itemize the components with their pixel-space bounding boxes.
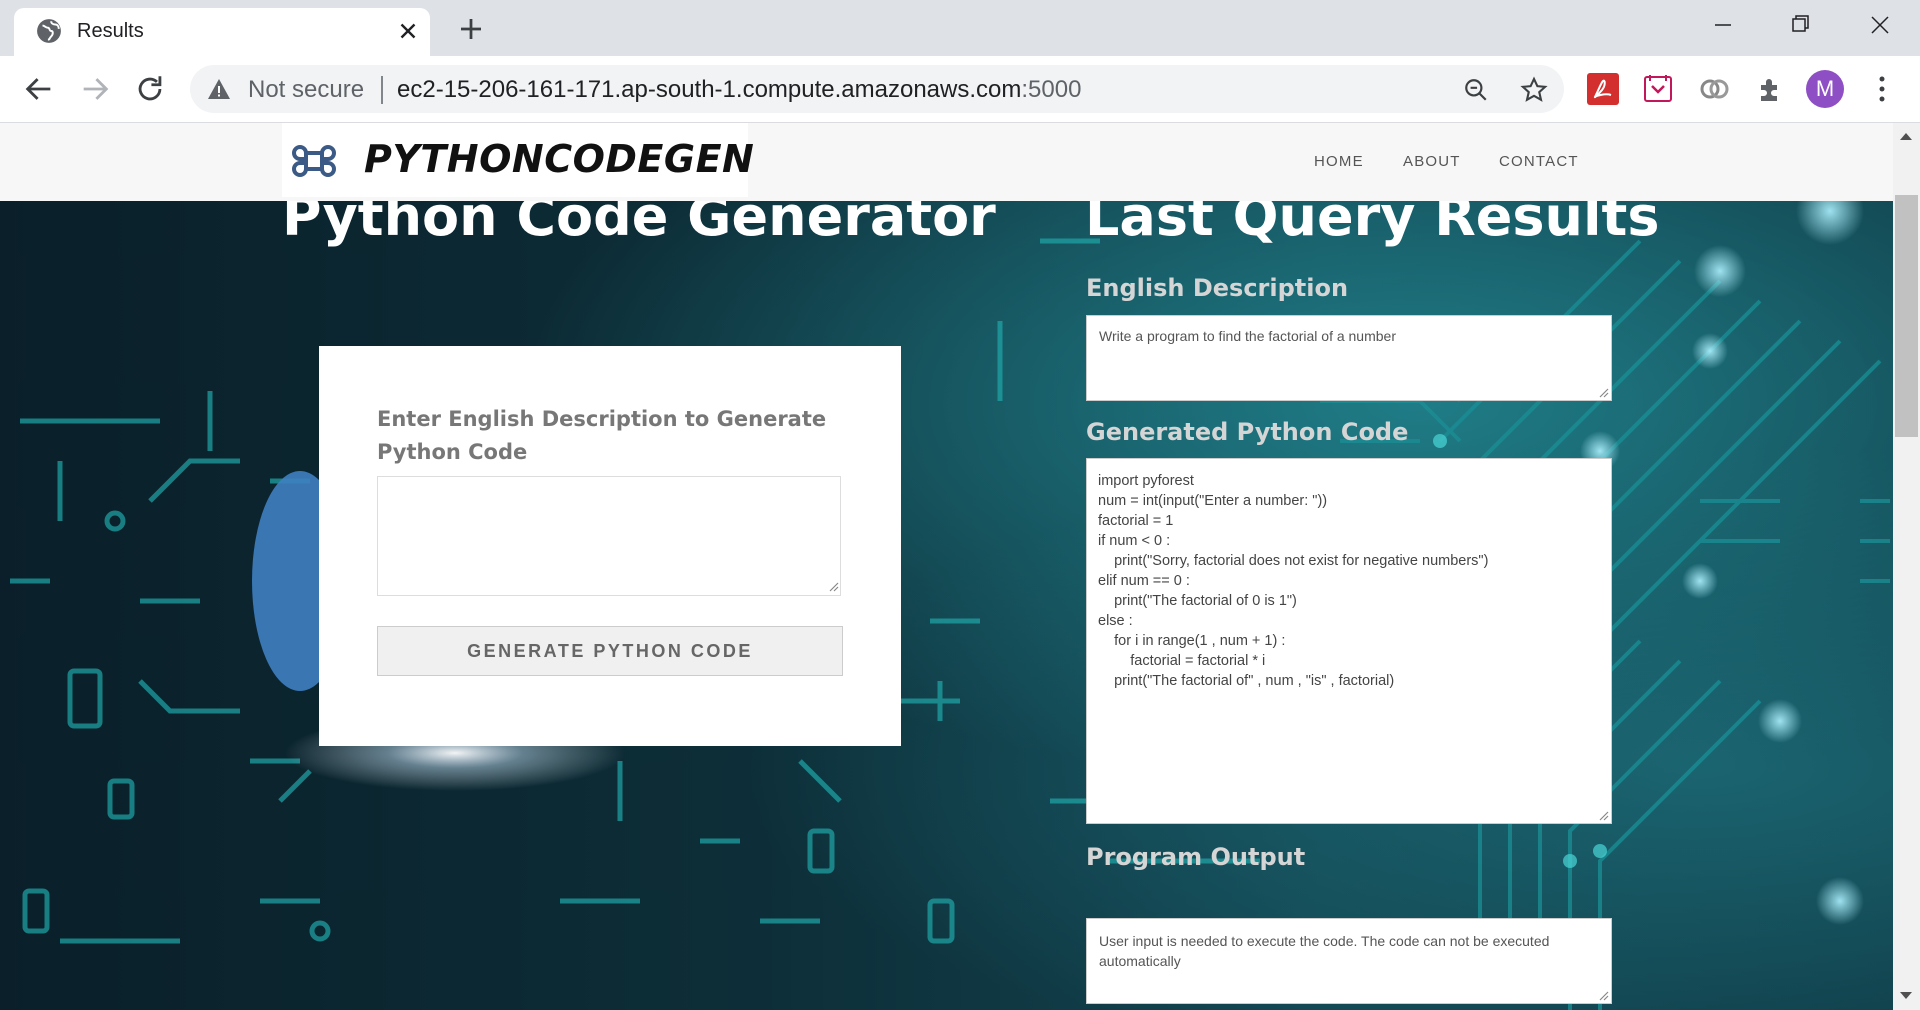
bookmark-star-icon[interactable] [1520, 76, 1548, 104]
command-key-icon [292, 145, 336, 177]
generator-title: Python Code Generator [282, 201, 996, 248]
page-scrollbar[interactable] [1893, 123, 1920, 1010]
output-label: Program Output [1086, 843, 1306, 871]
resize-handle-icon[interactable] [827, 580, 839, 592]
menu-kebab-icon[interactable] [1870, 72, 1894, 106]
close-window-icon[interactable] [1860, 10, 1900, 40]
reload-icon[interactable] [133, 72, 167, 106]
description-output-text: Write a program to find the factorial of… [1099, 328, 1396, 344]
browser-tabstrip: Results [0, 0, 1920, 56]
address-bar[interactable]: Not secure ec2-15-206-161-171.ap-south-1… [190, 65, 1564, 113]
scrollbar-thumb[interactable] [1895, 195, 1918, 437]
resize-handle-icon[interactable] [1597, 386, 1609, 398]
omnibox-divider [381, 76, 383, 104]
resize-handle-icon[interactable] [1597, 809, 1609, 821]
description-input[interactable] [377, 476, 841, 596]
nav-about[interactable]: ABOUT [1403, 153, 1461, 170]
security-label[interactable]: Not secure [248, 76, 364, 104]
back-arrow-icon[interactable] [22, 72, 56, 106]
zoom-out-icon[interactable] [1463, 77, 1489, 103]
url-text[interactable]: ec2-15-206-161-171.ap-south-1.compute.am… [397, 76, 1081, 104]
description-input-label: Enter English Description to Generate Py… [377, 407, 827, 464]
page-viewport: PYTHONCODEGEN HOME ABOUT CONTACT Python … [0, 123, 1893, 1010]
tab-title: Results [77, 20, 144, 42]
forward-arrow-icon[interactable] [78, 72, 112, 106]
generated-code-output[interactable]: import pyforest num = int(input("Enter a… [1086, 458, 1612, 824]
site-logo[interactable]: PYTHONCODEGEN [282, 123, 754, 197]
program-output-text: User input is needed to execute the code… [1099, 933, 1550, 969]
brand-name: PYTHONCODEGEN [364, 137, 755, 181]
pdf-extension-icon[interactable] [1587, 73, 1619, 105]
code-label: Generated Python Code [1086, 418, 1409, 446]
description-label: English Description [1086, 274, 1349, 302]
browser-tab-results[interactable]: Results [14, 8, 430, 56]
profile-avatar[interactable]: M [1806, 70, 1844, 108]
generator-card: Enter English Description to Generate Py… [319, 346, 901, 746]
generate-code-button[interactable]: GENERATE PYTHON CODE [377, 626, 843, 676]
scroll-up-icon[interactable] [1899, 131, 1913, 141]
minimize-icon[interactable] [1703, 10, 1743, 40]
new-tab-icon[interactable] [456, 14, 486, 44]
site-header: PYTHONCODEGEN HOME ABOUT CONTACT [0, 123, 1893, 201]
program-output[interactable]: User input is needed to execute the code… [1086, 918, 1612, 1004]
generated-code-text: import pyforest num = int(input("Enter a… [1098, 473, 1489, 689]
extensions-puzzle-icon[interactable] [1755, 73, 1787, 105]
warning-icon[interactable] [207, 78, 231, 100]
description-output[interactable]: Write a program to find the factorial of… [1086, 315, 1612, 401]
pocket-extension-icon[interactable] [1642, 73, 1674, 105]
resize-handle-icon[interactable] [1597, 989, 1609, 1001]
globe-icon [37, 19, 61, 43]
results-title: Last Query Results [1085, 201, 1660, 248]
cs-extension-icon[interactable] [1698, 73, 1730, 105]
browser-toolbar: Not secure ec2-15-206-161-171.ap-south-1… [0, 56, 1920, 123]
nav-contact[interactable]: CONTACT [1499, 153, 1579, 170]
nav-home[interactable]: HOME [1314, 153, 1364, 170]
restore-icon[interactable] [1780, 10, 1820, 40]
url-port: :5000 [1021, 76, 1082, 103]
hero-section: Python Code Generator Last Query Results… [0, 201, 1893, 1010]
scroll-down-icon[interactable] [1899, 991, 1913, 1001]
url-host: ec2-15-206-161-171.ap-south-1.compute.am… [397, 76, 1022, 103]
close-tab-icon[interactable] [395, 18, 421, 44]
